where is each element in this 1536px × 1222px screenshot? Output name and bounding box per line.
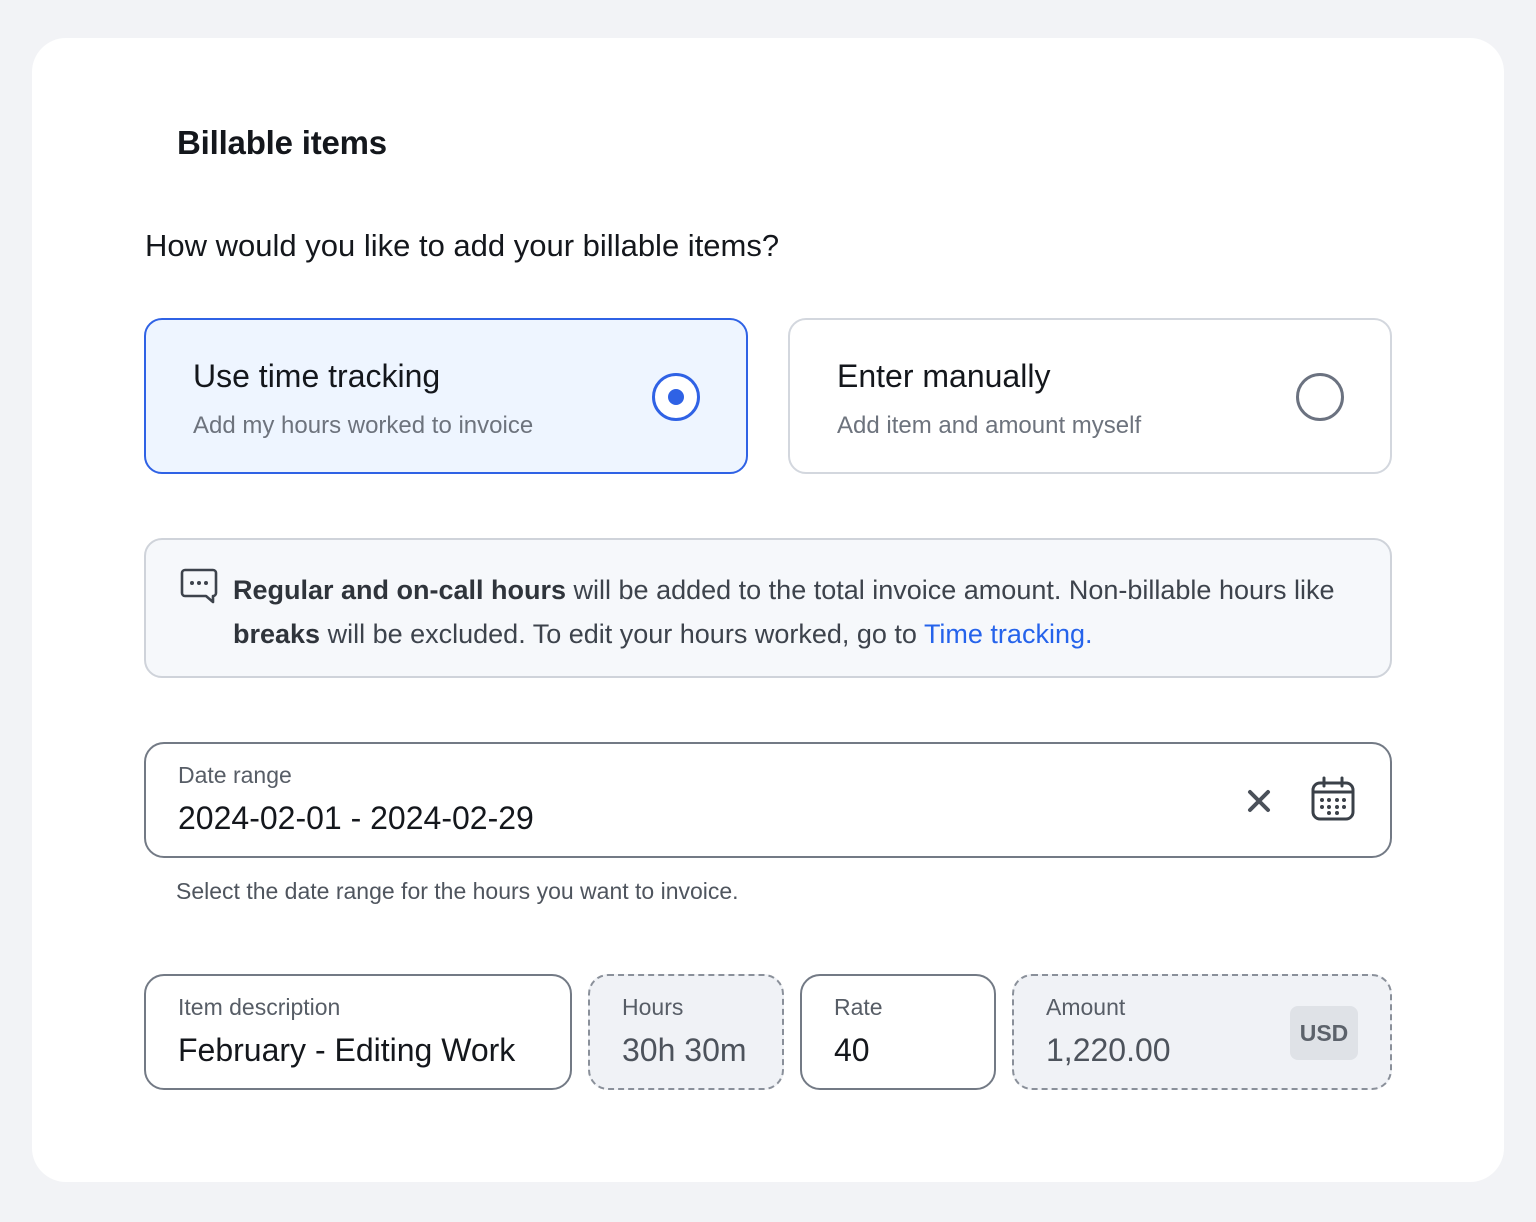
hours-value: 30h 30m bbox=[622, 1032, 747, 1068]
info-text-part1: will be added to the total invoice amoun… bbox=[566, 575, 1335, 605]
currency-badge: USD bbox=[1290, 1006, 1358, 1060]
date-range-label: Date range bbox=[178, 762, 292, 788]
info-text-part2: will be excluded. To edit your hours wor… bbox=[320, 619, 924, 649]
option-subtitle: Add my hours worked to invoice bbox=[193, 412, 534, 439]
rate-label: Rate bbox=[834, 994, 883, 1020]
time-tracking-link[interactable]: Time tracking. bbox=[924, 619, 1093, 649]
info-banner: Regular and on-call hours will be added … bbox=[144, 538, 1392, 678]
info-bold-hours: Regular and on-call hours bbox=[233, 575, 567, 605]
option-enter-manually[interactable]: Enter manually Add item and amount mysel… bbox=[788, 318, 1392, 474]
section-title: Billable items bbox=[177, 124, 387, 161]
calendar-icon[interactable] bbox=[1310, 776, 1356, 822]
info-text: Regular and on-call hours will be added … bbox=[233, 568, 1363, 656]
close-icon[interactable] bbox=[1244, 786, 1274, 816]
option-subtitle: Add item and amount myself bbox=[837, 412, 1142, 439]
option-title: Enter manually bbox=[837, 358, 1051, 394]
info-bold-breaks: breaks bbox=[233, 619, 321, 649]
item-description-label: Item description bbox=[178, 994, 341, 1020]
date-range-value: 2024-02-01 - 2024-02-29 bbox=[178, 800, 534, 836]
option-time-tracking[interactable]: Use time tracking Add my hours worked to… bbox=[144, 318, 748, 474]
radio-selected[interactable] bbox=[652, 373, 700, 421]
hours-label: Hours bbox=[622, 994, 684, 1020]
amount-label: Amount bbox=[1046, 994, 1126, 1020]
item-description-value: February - Editing Work bbox=[178, 1032, 516, 1068]
billable-items-card: Billable items How would you like to add… bbox=[32, 38, 1504, 1182]
amount-field: Amount 1,220.00 USD bbox=[1012, 974, 1392, 1090]
radio-unselected[interactable] bbox=[1296, 373, 1344, 421]
message-dots-icon bbox=[180, 568, 218, 604]
amount-value: 1,220.00 bbox=[1046, 1032, 1171, 1068]
date-range-field[interactable]: Date range 2024-02-01 - 2024-02-29 bbox=[144, 742, 1392, 858]
option-title: Use time tracking bbox=[193, 358, 441, 394]
item-description-field[interactable]: Item description February - Editing Work bbox=[144, 974, 572, 1090]
rate-value: 40 bbox=[834, 1032, 870, 1068]
hours-field: Hours 30h 30m bbox=[588, 974, 784, 1090]
question-text: How would you like to add your billable … bbox=[145, 228, 780, 263]
rate-field[interactable]: Rate 40 bbox=[800, 974, 996, 1090]
date-range-hint: Select the date range for the hours you … bbox=[176, 878, 739, 904]
